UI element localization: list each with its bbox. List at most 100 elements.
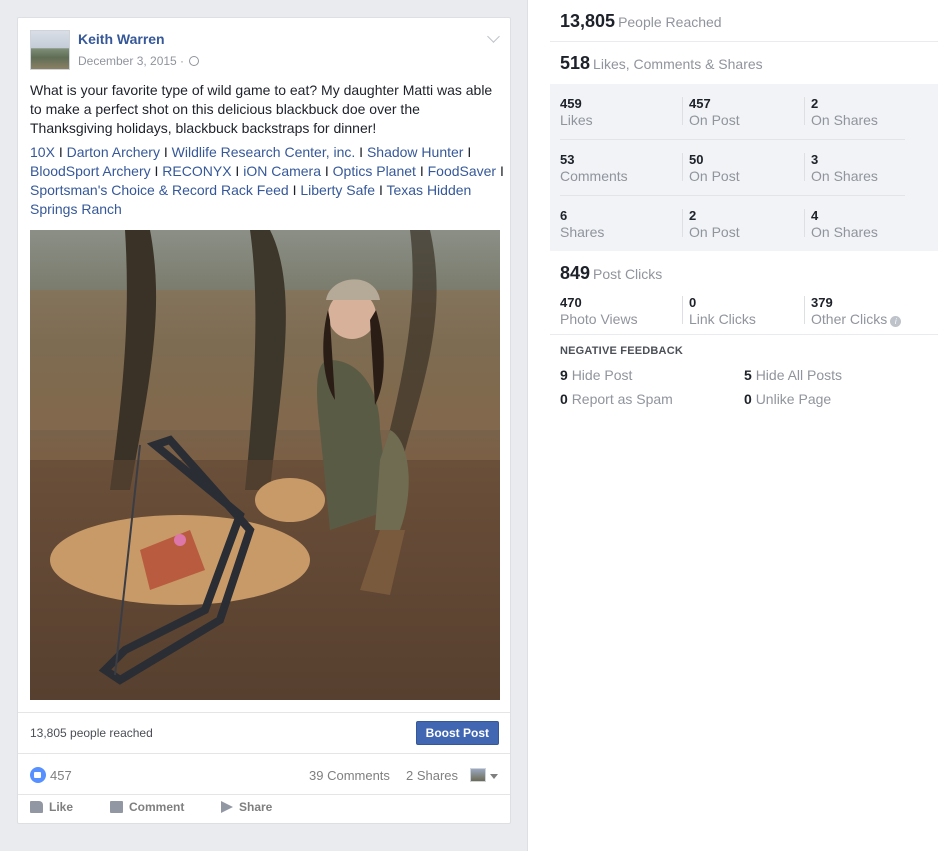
divider	[804, 296, 805, 324]
report-spam-label: Report as Spam	[571, 391, 673, 407]
other-clicks-value: 379	[811, 295, 833, 310]
hunting-photo-illustration	[30, 230, 500, 700]
unlike-page-value: 0	[744, 391, 752, 407]
tag-link[interactable]: BloodSport Archery	[30, 163, 151, 179]
comment-bubble-icon	[110, 801, 123, 813]
share-arrow-icon	[221, 801, 233, 813]
comments-total-cell: 53 Comments	[560, 152, 628, 185]
likes-total: 459	[560, 96, 582, 111]
divider	[804, 153, 805, 181]
on-shares-label: On Shares	[811, 168, 878, 184]
link-clicks-cell: 0 Link Clicks	[689, 295, 756, 328]
post-clicks-label: Post Clicks	[593, 266, 663, 282]
tag-separator: I	[58, 144, 63, 160]
photo-views-cell: 470 Photo Views	[560, 295, 638, 328]
like-reaction-icon	[30, 767, 46, 783]
shares-count[interactable]: 2 Shares	[406, 768, 458, 783]
post-card: Keith Warren December 3, 2015 · What is …	[17, 17, 511, 824]
post-timestamp[interactable]: December 3, 2015 ·	[78, 54, 200, 68]
negative-feedback-heading: NEGATIVE FEEDBACK	[560, 345, 683, 357]
likes-total-cell: 459 Likes	[560, 96, 593, 129]
comments-on-post-cell: 50 On Post	[689, 152, 740, 185]
like-count[interactable]: 457	[50, 768, 72, 783]
chevron-down-icon[interactable]	[487, 30, 500, 43]
tag-separator: I	[467, 144, 472, 160]
divider	[682, 153, 683, 181]
reach-row: 13,805 people reached Boost Post	[18, 712, 510, 754]
tag-link[interactable]: FoodSaver	[428, 163, 496, 179]
engagement-stat: 518 Likes, Comments & Shares	[560, 53, 763, 74]
on-post-label: On Post	[689, 224, 740, 240]
comments-label: Comments	[560, 168, 628, 184]
divider	[682, 209, 683, 237]
tag-link[interactable]: Liberty Safe	[300, 182, 375, 198]
tag-link[interactable]: Shadow Hunter	[367, 144, 464, 160]
comments-total: 53	[560, 152, 575, 167]
comments-on-shares-cell: 3 On Shares	[811, 152, 878, 185]
shares-label: Shares	[560, 224, 605, 240]
boost-post-button[interactable]: Boost Post	[415, 721, 499, 745]
other-clicks-label: Other Clicks	[811, 311, 888, 327]
divider	[682, 97, 683, 125]
comment-label: Comment	[129, 800, 185, 814]
shares-on-post-cell: 2 On Post	[689, 208, 740, 241]
tag-separator: I	[419, 163, 424, 179]
tag-separator: I	[235, 163, 240, 179]
comment-button[interactable]: Comment	[110, 800, 184, 814]
hide-post-value: 9	[560, 367, 568, 383]
unlike-page-label: Unlike Page	[755, 391, 832, 407]
caret-down-icon[interactable]	[490, 774, 498, 779]
tag-link[interactable]: Darton Archery	[67, 144, 160, 160]
comments-on-shares: 3	[811, 152, 819, 167]
hide-post-stat: 9 Hide Post	[560, 367, 632, 383]
people-reached-link[interactable]: 13,805 people reached	[30, 726, 153, 740]
tag-separator: I	[154, 163, 159, 179]
divider	[804, 209, 805, 237]
globe-icon	[189, 56, 200, 66]
like-button[interactable]: Like	[30, 800, 73, 814]
shares-total-cell: 6 Shares	[560, 208, 604, 241]
people-reached-value: 13,805	[560, 11, 616, 31]
engagement-counts: 457 39 Comments 2 Shares	[18, 763, 510, 791]
engagement-value: 518	[560, 53, 591, 73]
other-clicks-label-row: Other Clicks i	[811, 311, 902, 328]
shares-on-shares: 4	[811, 208, 819, 223]
divider	[560, 139, 905, 140]
divider	[550, 41, 938, 42]
thumbs-up-icon	[30, 801, 43, 813]
author-avatar[interactable]	[30, 30, 70, 70]
report-spam-stat: 0 Report as Spam	[560, 391, 673, 407]
people-reached-label: People Reached	[618, 14, 722, 30]
share-button[interactable]: Share	[221, 800, 272, 814]
page-avatar-icon[interactable]	[470, 768, 486, 782]
people-reached-stat: 13,805 People Reached	[560, 11, 722, 32]
on-post-label: On Post	[689, 112, 740, 128]
shares-on-shares-cell: 4 On Shares	[811, 208, 878, 241]
tag-link[interactable]: Optics Planet	[333, 163, 416, 179]
share-label: Share	[239, 800, 273, 814]
post-text: What is your favorite type of wild game …	[30, 82, 493, 136]
engagement-label: Likes, Comments & Shares	[593, 56, 763, 72]
divider	[560, 195, 905, 196]
tag-separator: I	[292, 182, 297, 198]
tag-separator: I	[499, 163, 504, 179]
post-photo[interactable]	[30, 230, 500, 700]
shares-total: 6	[560, 208, 568, 223]
tag-link[interactable]: Sportsman's Choice & Record Rack Feed	[30, 182, 289, 198]
shares-on-post: 2	[689, 208, 697, 223]
tag-link[interactable]: 10X	[30, 144, 55, 160]
report-spam-value: 0	[560, 391, 568, 407]
on-shares-label: On Shares	[811, 112, 878, 128]
info-icon[interactable]: i	[890, 316, 902, 327]
unlike-page-stat: 0 Unlike Page	[744, 391, 831, 407]
tag-link[interactable]: Wildlife Research Center, inc.	[172, 144, 356, 160]
post-date[interactable]: December 3, 2015 ·	[78, 54, 184, 68]
link-clicks-label: Link Clicks	[689, 311, 756, 327]
link-clicks-value: 0	[689, 295, 697, 310]
tag-link[interactable]: iON Camera	[243, 163, 321, 179]
comments-count[interactable]: 39 Comments	[309, 768, 390, 783]
author-name[interactable]: Keith Warren	[78, 31, 165, 47]
tag-separator: I	[163, 144, 168, 160]
tag-link[interactable]: RECONYX	[162, 163, 231, 179]
hide-all-posts-label: Hide All Posts	[755, 367, 843, 383]
